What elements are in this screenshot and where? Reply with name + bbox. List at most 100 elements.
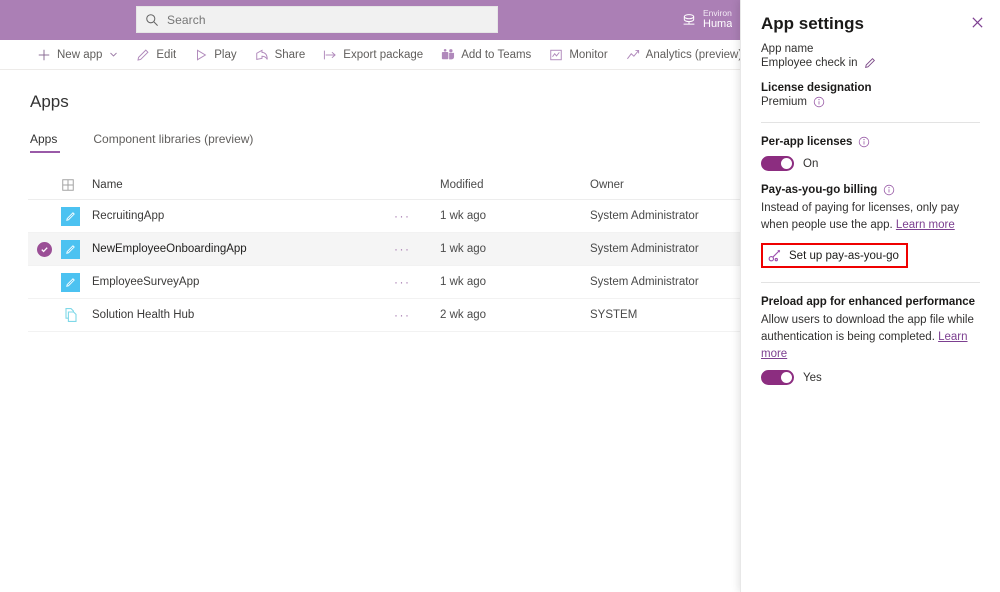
app-settings-panel: App settings App name Employee check in … xyxy=(740,0,1000,592)
analytics-button[interactable]: Analytics (preview) xyxy=(617,40,752,70)
page-title: Apps xyxy=(30,92,69,112)
environment-icon xyxy=(680,11,698,29)
analytics-label: Analytics (preview) xyxy=(646,49,743,61)
analytics-icon xyxy=(626,48,640,62)
row-type-icon xyxy=(61,306,89,325)
payg-learn-more-link[interactable]: Learn more xyxy=(896,219,955,231)
app-name-label: App name xyxy=(761,43,982,55)
row-overflow-button[interactable]: ··· xyxy=(394,308,440,322)
monitor-label: Monitor xyxy=(569,49,607,61)
info-icon[interactable] xyxy=(883,184,895,196)
per-app-licenses-state: On xyxy=(803,158,818,170)
toggle-knob xyxy=(781,372,792,383)
canvas-app-icon xyxy=(61,273,80,292)
new-app-button[interactable]: New app xyxy=(28,40,127,70)
per-app-licenses-text: Per-app licenses xyxy=(761,136,852,148)
add-to-teams-label: Add to Teams xyxy=(461,49,531,61)
row-modified: 2 wk ago xyxy=(440,309,590,321)
header-modified[interactable]: Modified xyxy=(440,179,590,191)
environment-text: Environ Huma xyxy=(703,8,732,32)
tab-apps[interactable]: Apps xyxy=(30,132,57,153)
preload-toggle-row: Yes xyxy=(761,370,982,385)
row-type-icon xyxy=(61,207,89,226)
meter-icon xyxy=(767,248,782,263)
header-name[interactable]: Name xyxy=(89,179,394,191)
toggle-knob xyxy=(781,158,792,169)
share-button[interactable]: Share xyxy=(246,40,315,70)
app-name-section: App name Employee check in License desig… xyxy=(741,43,1000,108)
row-name[interactable]: Solution Health Hub xyxy=(89,309,394,321)
per-app-licenses-toggle[interactable] xyxy=(761,156,794,171)
setup-payg-label: Set up pay-as-you-go xyxy=(789,250,899,262)
row-type-icon xyxy=(61,273,89,292)
panel-title: App settings xyxy=(761,14,982,34)
play-button[interactable]: Play xyxy=(185,40,245,70)
license-designation-value-row: Premium xyxy=(761,96,982,108)
panel-header: App settings xyxy=(741,0,1000,34)
checkmark-icon xyxy=(37,242,52,257)
play-icon xyxy=(194,48,208,62)
search-placeholder: Search xyxy=(167,13,206,27)
tab-component-libraries[interactable]: Component libraries (preview) xyxy=(93,132,253,153)
environment-label: Environ xyxy=(703,8,732,19)
preload-toggle[interactable] xyxy=(761,370,794,385)
header-type-column[interactable] xyxy=(61,178,89,192)
close-button[interactable] xyxy=(966,14,988,36)
divider xyxy=(761,282,980,283)
new-app-label: New app xyxy=(57,49,102,61)
preload-label: Preload app for enhanced performance xyxy=(761,296,982,308)
divider xyxy=(761,122,980,123)
row-type-icon xyxy=(61,240,89,259)
canvas-app-icon xyxy=(61,207,80,226)
export-package-button[interactable]: Export package xyxy=(314,40,432,70)
model-app-icon xyxy=(61,306,80,325)
row-name[interactable]: RecruitingApp xyxy=(89,210,394,222)
tab-list: Apps Component libraries (preview) xyxy=(30,132,289,153)
app-root: Search Environ Huma New app xyxy=(0,0,1000,592)
row-modified: 1 wk ago xyxy=(440,243,590,255)
app-name-value: Employee check in xyxy=(761,57,858,69)
chevron-down-icon[interactable] xyxy=(109,50,118,59)
app-name-value-row: Employee check in xyxy=(761,57,982,69)
row-name[interactable]: NewEmployeeOnboardingApp xyxy=(89,243,394,255)
preload-section: Preload app for enhanced performance All… xyxy=(741,296,1000,385)
row-overflow-button[interactable]: ··· xyxy=(394,242,440,256)
edit-label: Edit xyxy=(156,49,176,61)
share-label: Share xyxy=(275,49,306,61)
share-icon xyxy=(255,48,269,62)
export-package-label: Export package xyxy=(343,49,423,61)
row-modified: 1 wk ago xyxy=(440,210,590,222)
search-input[interactable]: Search xyxy=(136,6,498,33)
per-app-licenses-section: Per-app licenses On Pay-as-you-go billin… xyxy=(741,136,1000,268)
search-icon xyxy=(145,13,159,27)
preload-description: Allow users to download the app file whi… xyxy=(761,312,982,362)
add-to-teams-button[interactable]: Add to Teams xyxy=(432,40,540,70)
payg-billing-label: Pay-as-you-go billing xyxy=(761,184,982,196)
license-designation-value: Premium xyxy=(761,96,807,108)
pencil-icon[interactable] xyxy=(864,57,876,69)
monitor-icon xyxy=(549,48,563,62)
canvas-app-icon xyxy=(61,240,80,259)
setup-payg-button[interactable]: Set up pay-as-you-go xyxy=(767,248,899,263)
payg-description: Instead of paying for licenses, only pay… xyxy=(761,200,982,233)
payg-highlight-box: Set up pay-as-you-go xyxy=(761,243,908,268)
payg-billing-text: Pay-as-you-go billing xyxy=(761,184,877,196)
per-app-licenses-toggle-row: On xyxy=(761,156,982,171)
monitor-button[interactable]: Monitor xyxy=(540,40,616,70)
pencil-icon xyxy=(136,48,150,62)
row-modified: 1 wk ago xyxy=(440,276,590,288)
info-icon[interactable] xyxy=(813,96,825,108)
play-label: Play xyxy=(214,49,236,61)
teams-icon xyxy=(441,48,455,62)
edit-button[interactable]: Edit xyxy=(127,40,185,70)
preload-state: Yes xyxy=(803,372,822,384)
row-overflow-button[interactable]: ··· xyxy=(394,209,440,223)
row-select[interactable] xyxy=(28,242,61,257)
license-designation-label: License designation xyxy=(761,82,982,94)
grid-icon xyxy=(61,178,75,192)
export-icon xyxy=(323,48,337,62)
info-icon[interactable] xyxy=(858,136,870,148)
row-overflow-button[interactable]: ··· xyxy=(394,275,440,289)
row-name[interactable]: EmployeeSurveyApp xyxy=(89,276,394,288)
plus-icon xyxy=(37,48,51,62)
